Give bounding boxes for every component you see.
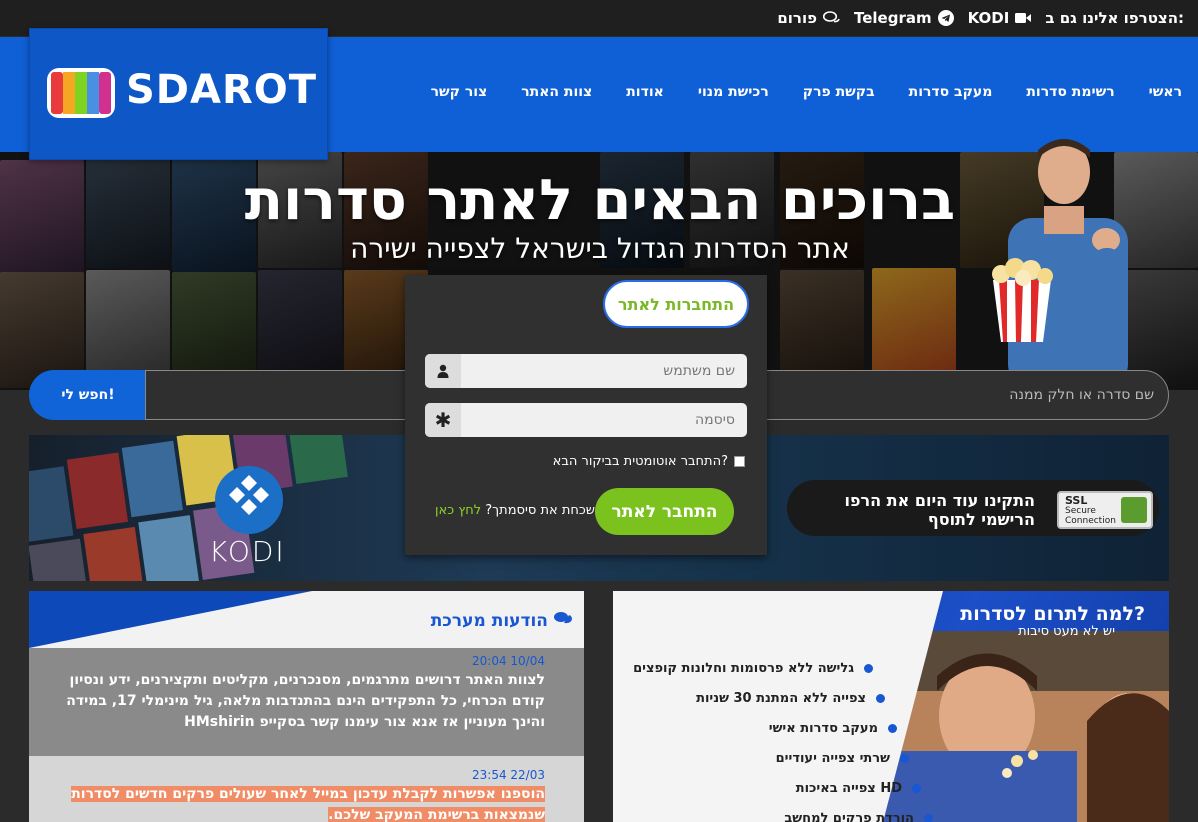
nav-item-episode-request[interactable]: בקשת פרק [803,84,875,100]
user-icon [425,354,461,388]
reason-text: מעקב סדרות אישי [768,721,878,736]
message-text: הוספנו אפשרות לקבלת עדכון במייל לאחר שעו… [71,786,545,822]
login-tab[interactable]: התחברות לאתר [603,280,749,328]
list-item: צפייה באיכות HD [661,781,921,811]
donate-subtitle: יש לא מעט סיבות [1018,624,1115,639]
list-item: שרתי צפייה יעודיים [649,751,909,781]
reason-text: שרתי צפייה יעודיים [775,751,890,766]
bullet-icon [888,724,897,733]
nav-item-home[interactable]: ראשי [1149,84,1182,100]
list-item: הורדת פרקים למחשב [673,811,933,822]
tv-logo-icon [47,68,115,118]
donate-panel: למה לתרום לסדרות? יש לא מעט סיבות גלישה … [613,591,1169,822]
forgot-password: שכחת את סיסמתך? לחץ כאן [435,503,595,518]
list-item: גלישה ללא פרסומות וחלונות קופצים [613,661,873,691]
hero-title: ברוכים הבאים לאתר סדרות [244,168,956,233]
forgot-password-link[interactable]: לחץ כאן [435,503,481,518]
message-text: לצוות האתר דרושים מתרגמים, מסנכרנים, מקל… [66,672,545,730]
logo-text: SDAROT [126,67,318,113]
message-date: 20:04 10/04 [472,654,545,668]
forum-link-label: פורום [777,9,817,27]
login-button[interactable]: התחבר לאתר [595,488,734,535]
kodi-logo-icon [215,466,283,534]
hero-subtitle: אתר הסדרות הגדול בישראל לצפייה ישירה [350,232,850,265]
nav-item-buy-subscription[interactable]: רכישת מנוי [698,84,769,100]
nav-item-series-list[interactable]: רשימת סדרות [1026,84,1114,100]
login-panel: התחברות לאתר ✱ התחבר אוטומטית בביקור הבא… [405,275,767,555]
bullet-icon [912,784,921,793]
list-item: מעקב סדרות אישי [637,721,897,751]
nav-item-about[interactable]: אודות [626,84,664,100]
bullet-icon [900,754,909,763]
reason-text: גלישה ללא פרסומות וחלונות קופצים [633,661,854,676]
username-field [425,354,747,388]
nav-item-contact[interactable]: צור קשר [431,84,488,100]
system-messages-header: הודעות מערכת [29,591,584,648]
banner-promo-text: התקינו עוד היום את הרפו הרישמי לתוסף [844,491,1035,529]
donate-title: למה לתרום לסדרות? [960,603,1145,625]
bullet-icon [924,814,933,822]
telegram-icon [937,10,954,26]
message-item: 20:04 10/04 לצוות האתר דרושים מתרגמים, מ… [29,648,584,756]
system-messages-panel: הודעות מערכת 20:04 10/04 לצוות האתר דרוש… [29,591,584,822]
site-logo[interactable]: SDAROT [29,28,328,160]
list-item: צפייה ללא המתנת 30 שניות [625,691,885,721]
remember-me-checkbox[interactable] [734,456,745,467]
ssl-badge: SSL Secure Connection [1057,491,1153,529]
comments-icon [554,612,572,624]
search-button[interactable]: חפש לי! [29,370,147,420]
kodi-link-label: KODI [967,9,1010,27]
bullet-icon [876,694,885,703]
video-camera-icon [1015,13,1032,23]
nav-item-series-tracking[interactable]: מעקב סדרות [909,84,993,100]
asterisk-icon: ✱ [425,403,461,437]
system-messages-title: הודעות מערכת [430,611,548,631]
lock-icon [1121,497,1147,523]
remember-me[interactable]: התחבר אוטומטית בביקור הבא? [553,454,745,469]
telegram-link-label: Telegram [853,9,932,27]
forgot-password-text: שכחת את סיסמתך? [485,503,595,518]
kodi-wordmark: KODI [209,535,286,568]
reason-text: צפייה ללא המתנת 30 שניות [696,691,866,706]
message-text-wrapper: הוספנו אפשרות לקבלת עדכון במייל לאחר שעו… [65,784,545,822]
chat-bubbles-icon [822,11,840,23]
main-nav: ראשי רשימת סדרות מעקב סדרות בקשת פרק רכי… [431,84,1182,100]
remember-me-label: התחבר אוטומטית בביקור הבא? [552,454,728,469]
username-input[interactable] [461,354,747,388]
join-us-label: הצטרפו אלינו גם ב: [1045,9,1184,27]
forum-link[interactable]: פורום [777,9,840,27]
popcorn-bucket-image [992,258,1053,342]
reason-text: הורדת פרקים למחשב [784,811,914,822]
reason-text: צפייה באיכות HD [795,781,902,796]
kodi-link[interactable]: KODI [968,9,1032,27]
password-field: ✱ [425,403,747,437]
message-date: 23:54 22/03 [472,768,545,782]
password-input[interactable] [461,403,747,437]
donate-reasons-list: גלישה ללא פרסומות וחלונות קופצים צפייה ל… [613,661,933,822]
telegram-link[interactable]: Telegram [854,9,954,27]
nav-item-site-team[interactable]: צוות האתר [521,84,592,100]
message-item: 23:54 22/03 הוספנו אפשרות לקבלת עדכון במ… [29,756,584,822]
bullet-icon [864,664,873,673]
